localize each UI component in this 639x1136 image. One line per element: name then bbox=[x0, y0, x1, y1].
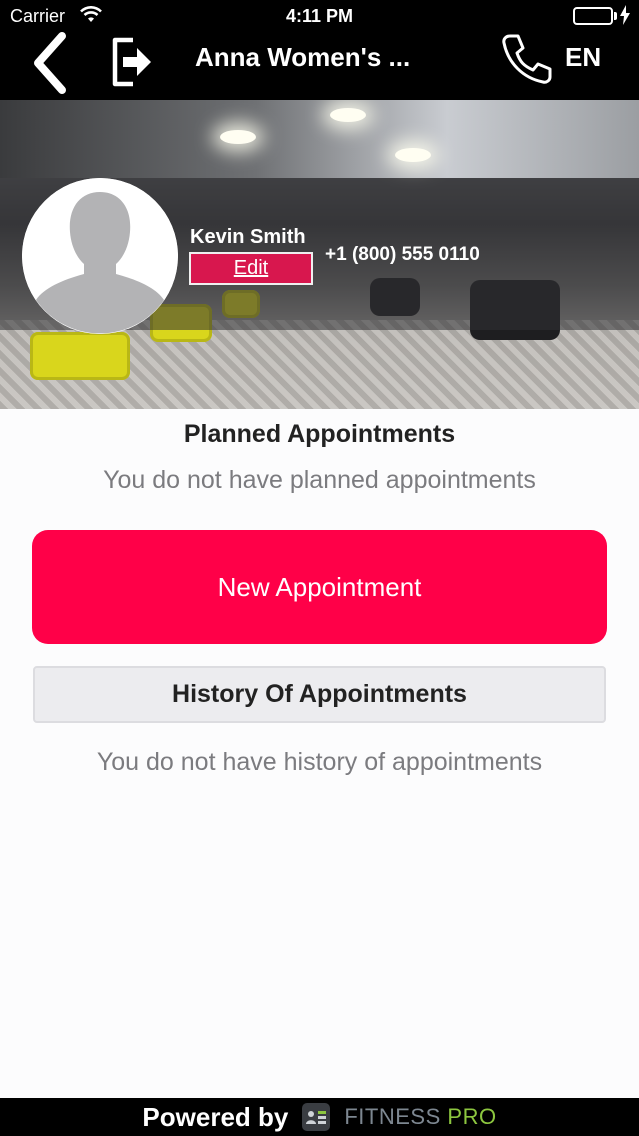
ceiling-light bbox=[395, 148, 431, 162]
footer: Powered by FITNESS PRO bbox=[0, 1098, 639, 1136]
edit-profile-button[interactable]: Edit bbox=[189, 252, 313, 285]
user-name: Kevin Smith bbox=[190, 226, 306, 248]
battery-tip bbox=[614, 12, 617, 20]
battery-icon bbox=[573, 7, 613, 25]
new-appointment-button[interactable]: New Appointment bbox=[32, 530, 607, 644]
top-bar: Carrier 4:11 PM Anna Women's ... EN bbox=[0, 0, 639, 100]
charging-icon bbox=[619, 5, 631, 25]
user-phone: +1 (800) 555 0110 bbox=[325, 244, 480, 265]
call-button[interactable] bbox=[497, 30, 557, 88]
history-appointments-header[interactable]: History Of Appointments bbox=[33, 666, 606, 723]
logout-button[interactable] bbox=[106, 34, 158, 90]
brand-name-part: FITNESS bbox=[344, 1104, 441, 1129]
planned-appointments-heading: Planned Appointments bbox=[183, 420, 456, 448]
avatar[interactable] bbox=[22, 178, 178, 334]
navigation-bar: Anna Women's ... EN bbox=[0, 30, 639, 100]
clock: 4:11 PM bbox=[285, 6, 354, 26]
ceiling-light bbox=[330, 108, 366, 122]
cover-ceiling bbox=[0, 100, 639, 178]
planned-empty-message: You do not have planned appointments bbox=[103, 466, 536, 494]
back-button[interactable] bbox=[25, 30, 75, 96]
fitness-pro-logo-icon bbox=[302, 1103, 331, 1131]
logout-icon bbox=[112, 37, 151, 87]
person-silhouette-icon bbox=[22, 178, 178, 334]
chevron-left-icon bbox=[34, 32, 66, 94]
phone-icon bbox=[502, 34, 552, 84]
page-title: Anna Women's ... bbox=[195, 42, 411, 72]
history-empty-message: You do not have history of appointments bbox=[96, 748, 543, 776]
status-bar: Carrier 4:11 PM bbox=[0, 0, 639, 34]
ceiling-light bbox=[220, 130, 256, 144]
chair bbox=[30, 332, 130, 380]
powered-by-label: Powered by bbox=[142, 1101, 289, 1132]
language-button[interactable]: EN bbox=[565, 42, 601, 73]
brand-name-part: PRO bbox=[447, 1104, 497, 1129]
fitness-pro-logo: FITNESS PRO bbox=[344, 1104, 496, 1130]
